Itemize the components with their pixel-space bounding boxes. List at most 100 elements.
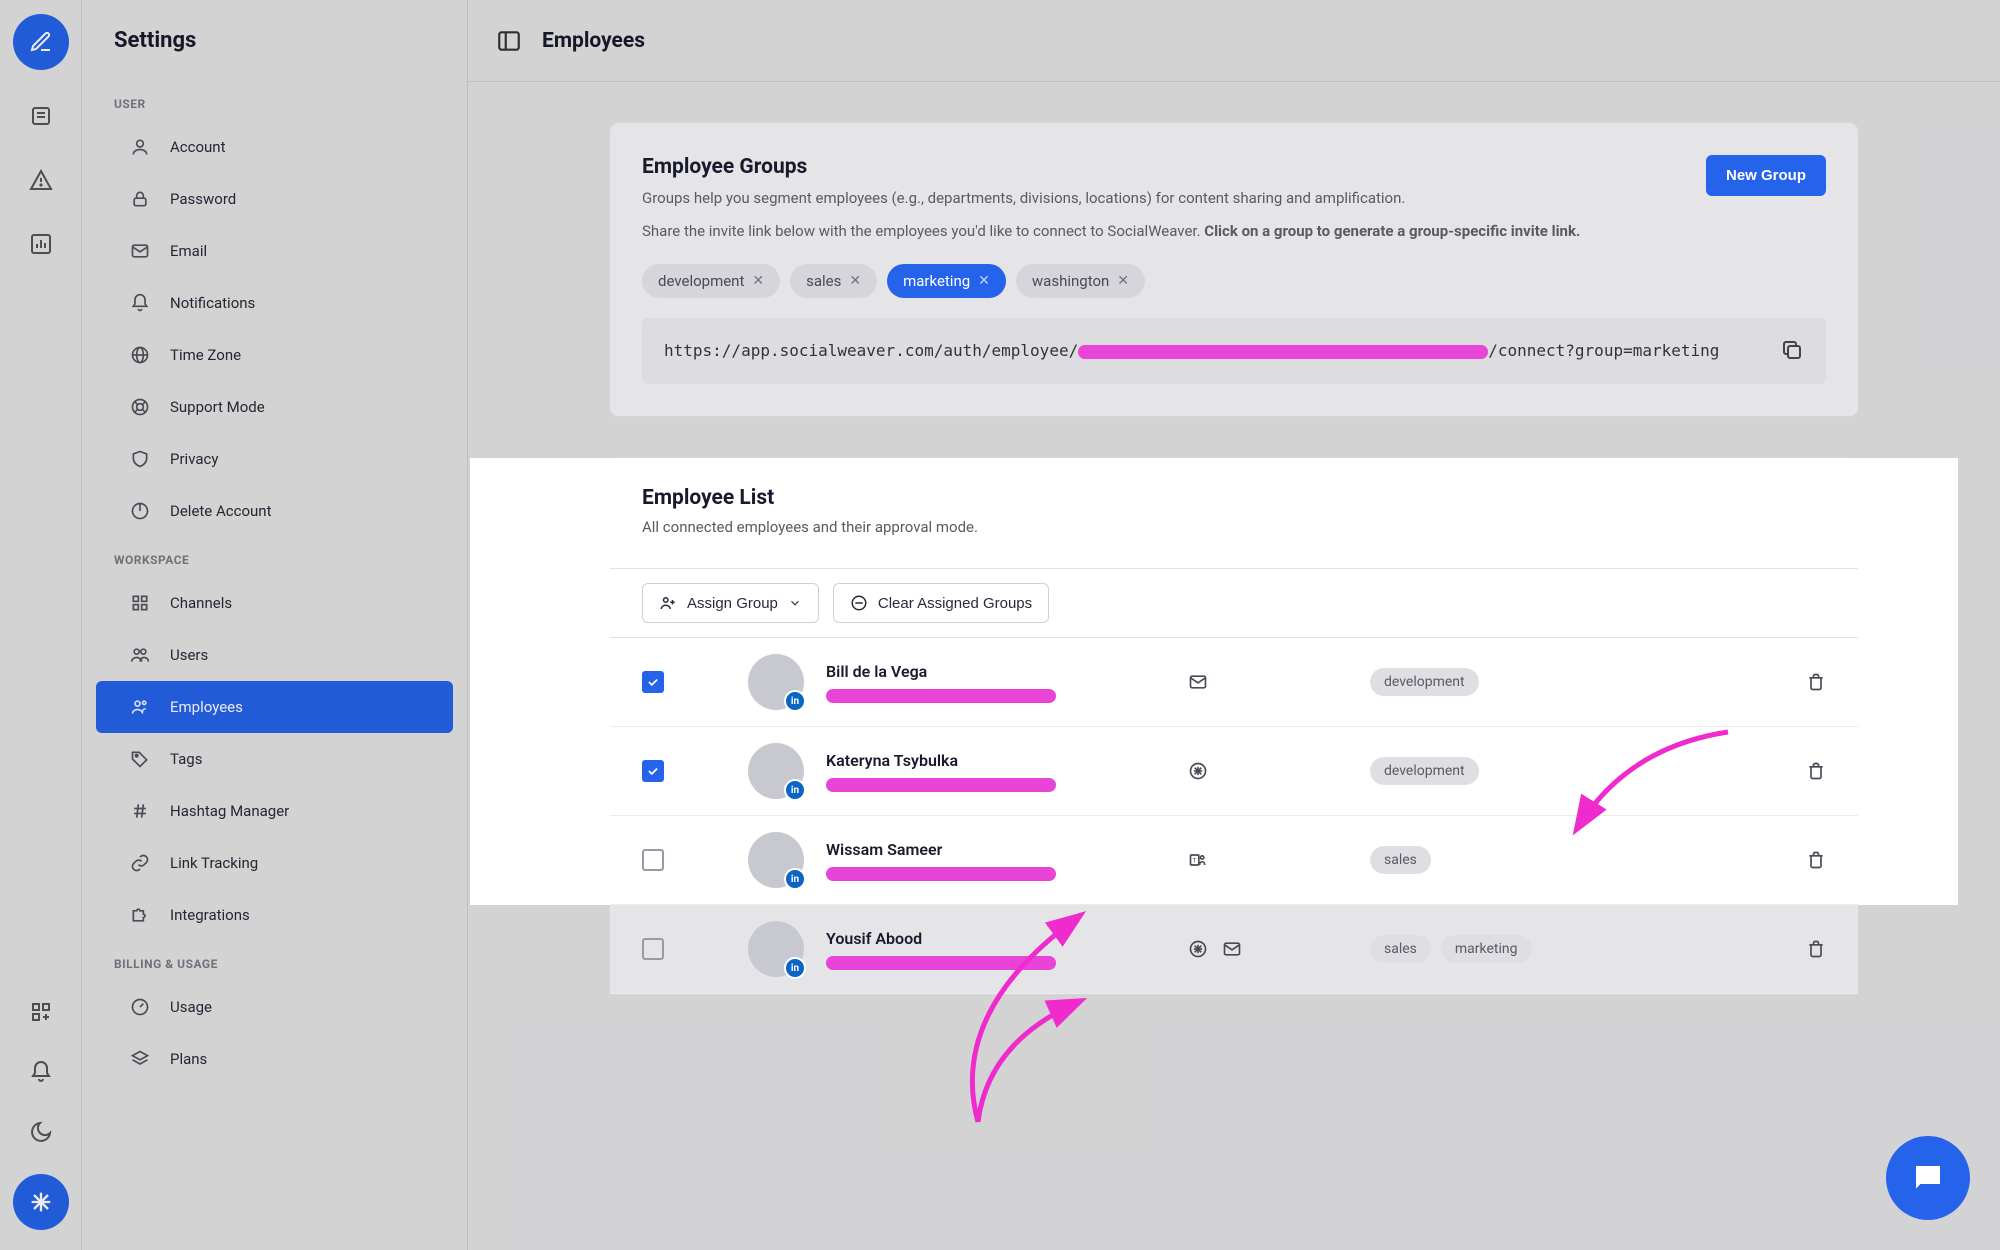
sidebar-item-password[interactable]: Password: [96, 173, 453, 225]
close-icon[interactable]: ✕: [978, 273, 990, 289]
channel-icons: [1188, 761, 1348, 781]
chip-label: marketing: [903, 272, 970, 290]
panel-toggle-icon[interactable]: [496, 28, 522, 54]
channel-icons: [1188, 672, 1348, 692]
copy-link-icon[interactable]: [1780, 338, 1804, 362]
group-chip-marketing[interactable]: marketing ✕: [887, 264, 1006, 298]
sidebar-item-support[interactable]: Support Mode: [96, 381, 453, 433]
sidebar-item-label: Email: [170, 242, 207, 260]
sidebar-title: Settings: [82, 28, 467, 81]
group-chips: development ✕ sales ✕ marketing ✕ washington ✕: [642, 264, 1826, 298]
employee-list-card: Employee List All connected employees an…: [609, 457, 1859, 996]
sidebar-item-employees[interactable]: Employees: [96, 681, 453, 733]
list-toolbar: Assign Group Clear Assigned Groups: [610, 568, 1858, 638]
sidebar-item-tags[interactable]: Tags: [96, 733, 453, 785]
sidebar-item-plans[interactable]: Plans: [96, 1033, 453, 1085]
row-checkbox[interactable]: [642, 671, 664, 693]
employee-row: inWissam SameerTsales: [610, 816, 1858, 905]
groups-title: Employee Groups: [642, 155, 1686, 179]
redacted-segment: [826, 778, 1056, 792]
close-icon[interactable]: ✕: [1117, 273, 1129, 289]
sidebar-item-integrations[interactable]: Integrations: [96, 889, 453, 941]
group-chip-sales[interactable]: sales ✕: [790, 264, 877, 298]
bell-icon: [128, 291, 152, 315]
employee-tags: development: [1370, 668, 1784, 696]
alerts-icon[interactable]: [23, 162, 59, 198]
linkedin-badge-icon: in: [784, 690, 806, 712]
content-scroll: Employee Groups Groups help you segment …: [468, 82, 2000, 1250]
mail-icon: [1188, 672, 1208, 692]
users-icon: [128, 643, 152, 667]
sidebar-item-users[interactable]: Users: [96, 629, 453, 681]
group-chip-development[interactable]: development ✕: [642, 264, 780, 298]
mail-icon: [1222, 939, 1242, 959]
chip-label: washington: [1032, 272, 1109, 290]
sidebar-item-label: Privacy: [170, 450, 218, 468]
chat-launcher[interactable]: [1886, 1136, 1970, 1220]
list-subtitle: All connected employees and their approv…: [642, 516, 1826, 539]
linkedin-badge-icon: in: [784, 779, 806, 801]
sidebar-item-channels[interactable]: Channels: [96, 577, 453, 629]
groups-desc2: Share the invite link below with the emp…: [642, 220, 1686, 243]
sidebar-item-privacy[interactable]: Privacy: [96, 433, 453, 485]
sidebar-item-label: Channels: [170, 594, 232, 612]
sidebar-item-account[interactable]: Account: [96, 121, 453, 173]
chip-label: sales: [806, 272, 841, 290]
employee-tags: sales: [1370, 846, 1784, 874]
delete-button[interactable]: [1806, 939, 1826, 959]
moon-icon[interactable]: [23, 1114, 59, 1150]
close-icon[interactable]: ✕: [849, 273, 861, 289]
delete-button[interactable]: [1806, 672, 1826, 692]
sidebar-item-hashtag[interactable]: Hashtag Manager: [96, 785, 453, 837]
hash-icon: [128, 799, 152, 823]
puzzle-icon: [128, 903, 152, 927]
employee-groups-card: Employee Groups Groups help you segment …: [609, 122, 1859, 417]
lock-icon: [128, 187, 152, 211]
sidebar-item-label: Support Mode: [170, 398, 265, 416]
layers-icon: [128, 1047, 152, 1071]
sidebar-item-timezone[interactable]: Time Zone: [96, 329, 453, 381]
sidebar-item-label: Tags: [170, 750, 202, 768]
assign-group-button[interactable]: Assign Group: [642, 583, 819, 623]
employee-name: Bill de la Vega: [826, 662, 1166, 681]
sidebar-item-label: Integrations: [170, 906, 250, 924]
sidebar-item-label: Notifications: [170, 294, 255, 312]
teams-icon: T: [1188, 850, 1208, 870]
gauge-icon: [128, 995, 152, 1019]
row-checkbox[interactable]: [642, 760, 664, 782]
sidebar-item-usage[interactable]: Usage: [96, 981, 453, 1033]
user-icon: [128, 135, 152, 159]
sidebar-item-notifications[interactable]: Notifications: [96, 277, 453, 329]
compose-button[interactable]: [13, 14, 69, 70]
svg-text:T: T: [1193, 857, 1197, 865]
group-chip-washington[interactable]: washington ✕: [1016, 264, 1145, 298]
clear-groups-button[interactable]: Clear Assigned Groups: [833, 583, 1049, 623]
avatar: in: [748, 921, 804, 977]
chip-label: development: [658, 272, 744, 290]
bell-icon[interactable]: [23, 1054, 59, 1090]
employees-icon: [128, 695, 152, 719]
sidebar-item-delete[interactable]: Delete Account: [96, 485, 453, 537]
shield-icon: [128, 447, 152, 471]
row-checkbox[interactable]: [642, 938, 664, 960]
sidebar-item-linktrack[interactable]: Link Tracking: [96, 837, 453, 889]
section-label: USER: [82, 81, 467, 121]
analytics-icon[interactable]: [23, 226, 59, 262]
employee-name: Kateryna Tsybulka: [826, 751, 1166, 770]
settings-sidebar: Settings USERAccountPassword Email Notific…: [82, 0, 468, 1250]
close-icon[interactable]: ✕: [752, 273, 764, 289]
tag-icon: [128, 747, 152, 771]
feed-icon[interactable]: [23, 98, 59, 134]
row-checkbox[interactable]: [642, 849, 664, 871]
workspace-logo[interactable]: [13, 1174, 69, 1230]
redacted-segment: [1078, 345, 1488, 359]
sidebar-item-label: Usage: [170, 998, 212, 1016]
delete-button[interactable]: [1806, 761, 1826, 781]
delete-button[interactable]: [1806, 850, 1826, 870]
apps-icon[interactable]: [23, 994, 59, 1030]
sidebar-item-email[interactable]: Email: [96, 225, 453, 277]
list-title: Employee List: [642, 486, 1826, 510]
sidebar-item-label: Hashtag Manager: [170, 802, 289, 820]
redacted-segment: [826, 956, 1056, 970]
new-group-button[interactable]: New Group: [1706, 155, 1826, 196]
